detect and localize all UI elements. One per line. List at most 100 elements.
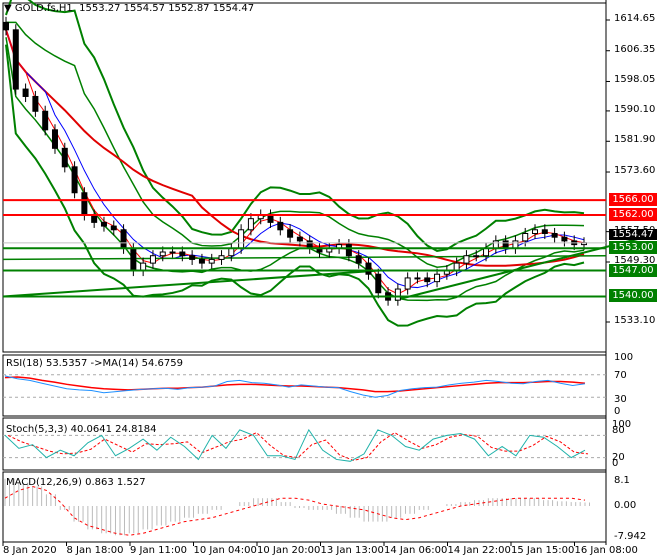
level-tag: 1562.00 bbox=[609, 207, 657, 221]
candle bbox=[355, 255, 362, 264]
macd-axis-label: -7.942 bbox=[614, 531, 647, 542]
price-axis-label: 1581.90 bbox=[614, 134, 656, 146]
macd-axis-label: 0.00 bbox=[614, 500, 637, 511]
candle bbox=[512, 240, 519, 249]
ma-red bbox=[5, 29, 585, 295]
macd-axis-label: 8.1 bbox=[614, 475, 630, 486]
candle bbox=[22, 88, 29, 97]
stoch-axis-label: 80 bbox=[612, 425, 625, 436]
candle bbox=[130, 247, 137, 272]
candle bbox=[81, 192, 88, 216]
candle bbox=[492, 240, 499, 249]
candle bbox=[179, 251, 186, 257]
candle bbox=[473, 255, 480, 258]
candle bbox=[218, 255, 225, 260]
price-axis-label: 1606.35 bbox=[614, 43, 656, 55]
rsi-axis-label: 30 bbox=[614, 394, 627, 405]
candle bbox=[149, 255, 156, 264]
candle bbox=[267, 214, 274, 223]
candle bbox=[463, 255, 470, 264]
candle bbox=[140, 262, 147, 272]
level-tag: 1553.00 bbox=[609, 241, 657, 255]
candle bbox=[375, 273, 382, 294]
candle bbox=[287, 229, 294, 238]
dropdown-triangle-icon[interactable]: ▼ bbox=[4, 3, 12, 14]
time-axis-label: 8 Jan 18:00 bbox=[66, 545, 124, 556]
candle bbox=[61, 147, 68, 168]
candle bbox=[453, 262, 460, 272]
candle bbox=[110, 225, 117, 231]
candle bbox=[345, 244, 352, 257]
candle bbox=[365, 262, 372, 275]
candle bbox=[32, 95, 39, 112]
candle bbox=[434, 273, 441, 283]
rsi-title: RSI(18) 53.5357 ->MA(14) 54.6759 bbox=[6, 358, 183, 369]
ohlc-values: 1553.27 1554.57 1552.87 1554.47 bbox=[79, 3, 255, 14]
price-axis-label: 1573.60 bbox=[614, 165, 656, 177]
symbol-label: GOLD.fs,H1 bbox=[14, 3, 73, 14]
candle bbox=[42, 110, 49, 131]
candle bbox=[532, 229, 539, 234]
candle bbox=[404, 277, 411, 290]
rsi-axis-label: 100 bbox=[614, 352, 634, 363]
candle bbox=[3, 21, 9, 31]
candle bbox=[394, 288, 401, 301]
rsi-axis-label: 0 bbox=[614, 406, 621, 417]
rsi-ma-line bbox=[4, 376, 586, 393]
chart-canvas[interactable] bbox=[0, 0, 660, 560]
candle bbox=[541, 229, 548, 234]
candle bbox=[277, 221, 284, 231]
ma-slow bbox=[5, 29, 585, 267]
trendline bbox=[394, 236, 646, 302]
candle bbox=[502, 240, 509, 249]
candle bbox=[120, 229, 127, 249]
candle bbox=[247, 218, 254, 231]
candle bbox=[91, 214, 98, 223]
price-axis-label: 1614.65 bbox=[614, 13, 656, 24]
macd-title: MACD(12,26,9) 0.863 1.527 bbox=[6, 477, 146, 488]
bollinger-lower bbox=[5, 44, 585, 327]
candle bbox=[561, 236, 568, 242]
candle bbox=[71, 166, 78, 194]
time-axis-label: 10 Jan 20:00 bbox=[257, 545, 321, 556]
candle bbox=[414, 277, 421, 280]
time-axis-label: 8 Jan 2020 bbox=[3, 545, 57, 556]
price-axis-label: 1590.10 bbox=[614, 103, 656, 115]
time-axis-label: 13 Jan 13:00 bbox=[320, 545, 384, 556]
price-axis-label: 1533.10 bbox=[614, 315, 656, 326]
price-axis-label: 1598.05 bbox=[614, 74, 656, 86]
time-axis-label: 16 Jan 08:00 bbox=[574, 545, 638, 556]
time-axis-label: 14 Jan 22:00 bbox=[447, 545, 511, 556]
time-axis-label: 10 Jan 04:00 bbox=[193, 545, 257, 556]
candle bbox=[424, 277, 431, 283]
stoch-title: Stoch(5,3,3) 40.0641 24.8184 bbox=[6, 424, 157, 435]
candle bbox=[198, 258, 205, 264]
rsi-axis-label: 70 bbox=[614, 370, 627, 381]
candle bbox=[238, 229, 245, 249]
chart-header: ▼ GOLD.fs,H1 1553.27 1554.57 1552.87 155… bbox=[4, 3, 254, 14]
candle bbox=[296, 236, 303, 242]
candle bbox=[51, 129, 58, 149]
candle bbox=[159, 251, 166, 257]
candle bbox=[483, 247, 490, 257]
current-price-tag: 1554.47 bbox=[609, 228, 657, 240]
bollinger-inner-upper bbox=[6, 21, 585, 268]
time-axis-label: 15 Jan 15:00 bbox=[511, 545, 575, 556]
stoch-signal-line bbox=[7, 432, 589, 461]
candle bbox=[306, 240, 313, 249]
candle bbox=[551, 232, 558, 238]
time-axis-label: 14 Jan 06:00 bbox=[384, 545, 448, 556]
level-tag: 1540.00 bbox=[609, 289, 657, 303]
level-tag: 1547.00 bbox=[609, 263, 657, 277]
trendline bbox=[2, 254, 607, 261]
time-axis-label: 9 Jan 11:00 bbox=[130, 545, 187, 556]
candle bbox=[100, 221, 107, 227]
bollinger-upper bbox=[5, 0, 585, 252]
candle bbox=[169, 251, 176, 254]
stoch-axis-label: 0 bbox=[612, 458, 619, 469]
candle bbox=[208, 258, 215, 264]
level-tag: 1566.00 bbox=[609, 193, 657, 207]
candle bbox=[522, 232, 529, 242]
candle bbox=[12, 29, 19, 90]
candle bbox=[228, 247, 235, 257]
